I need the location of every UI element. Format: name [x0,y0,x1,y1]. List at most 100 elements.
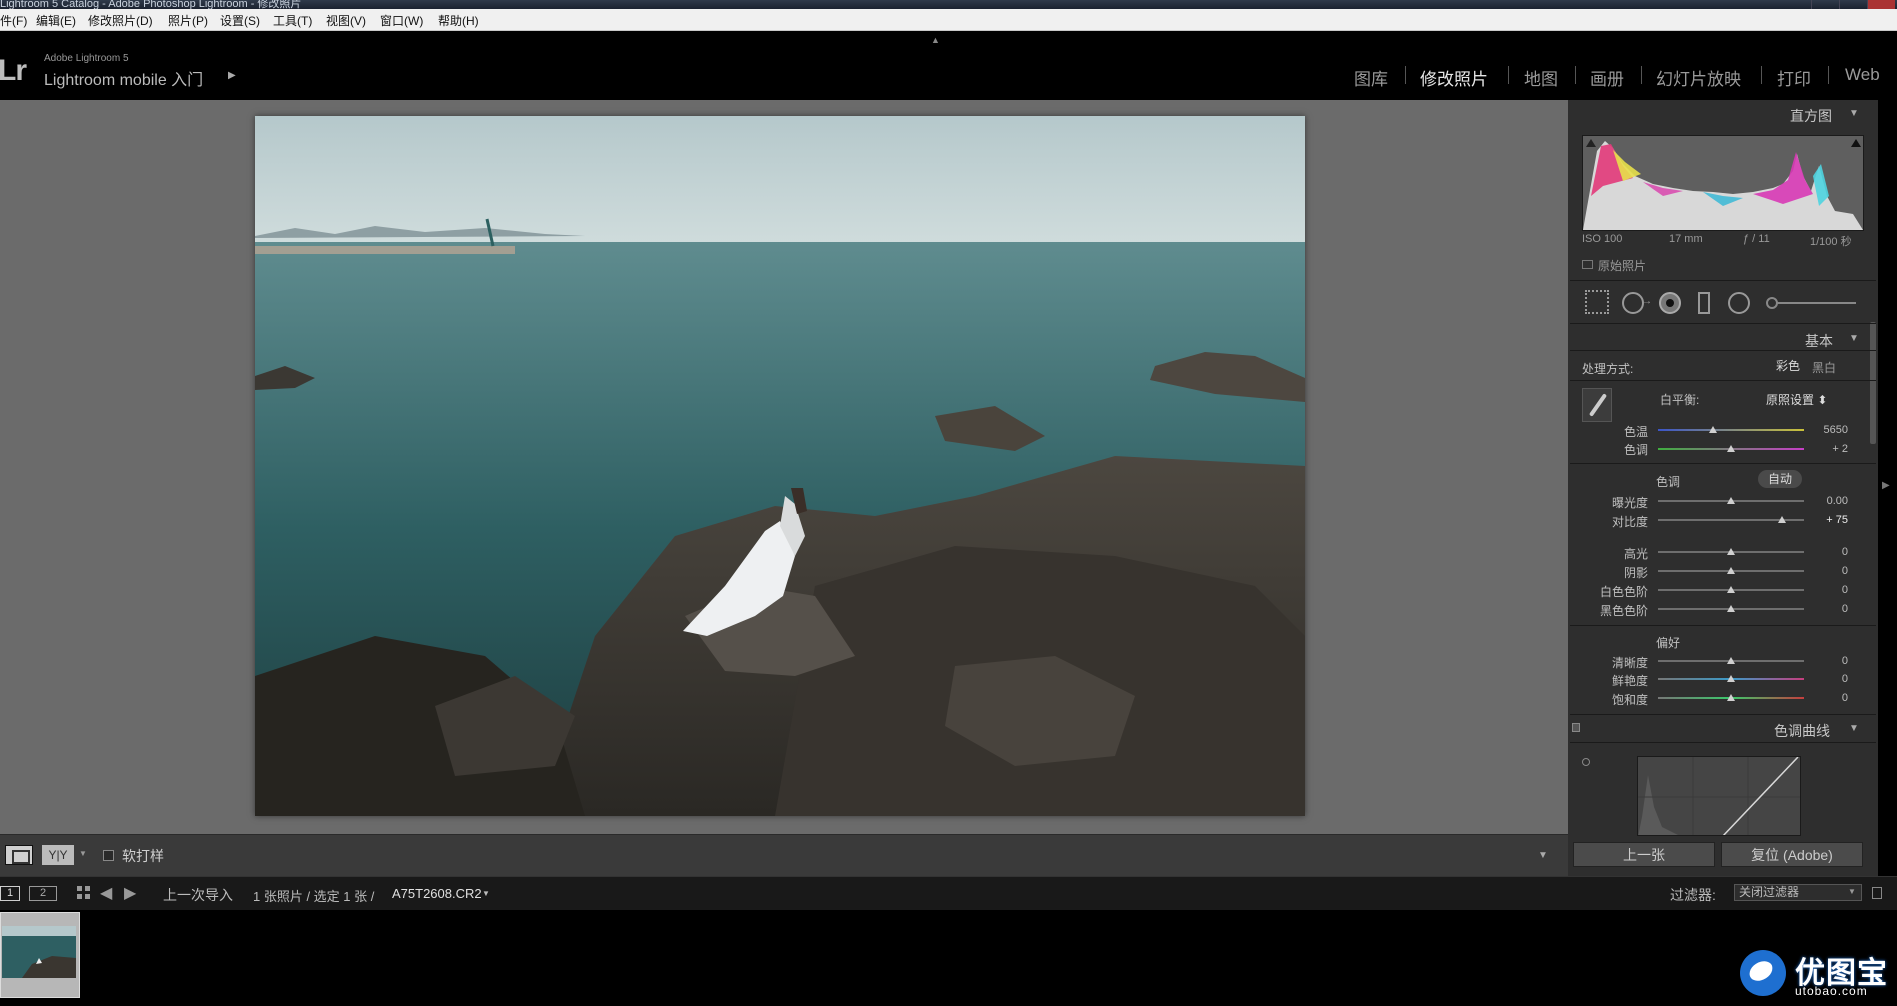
temperature-slider-thumb[interactable] [1709,426,1718,433]
original-photo-label: 原始照片 [1598,259,1647,273]
temperature-value[interactable]: 5650 [1818,424,1848,436]
window-title-bar: Lightroom 5 Catalog - Adobe Photoshop Li… [0,0,1897,9]
menu-view[interactable]: 视图(V) [326,12,366,29]
module-print[interactable]: 打印 [1777,65,1811,90]
blacks-slider-thumb[interactable] [1727,605,1735,612]
forward-arrow-icon[interactable]: ▶ [124,883,136,903]
tint-slider-thumb[interactable] [1727,445,1735,452]
treatment-bw-option[interactable]: 黑白 [1812,359,1836,376]
graduated-filter-icon[interactable] [1698,292,1710,314]
blacks-value[interactable]: 0 [1818,603,1848,615]
saturation-value[interactable]: 0 [1818,692,1848,704]
right-panel-collapse-icon[interactable]: ▶ [1882,480,1890,491]
radial-filter-icon[interactable] [1728,292,1750,314]
histogram-panel-title[interactable]: 直方图 [1790,106,1832,126]
filmstrip-source[interactable]: 上一次导入 [163,885,233,905]
highlights-slider-thumb[interactable] [1727,548,1735,555]
contrast-value[interactable]: + 75 [1818,514,1848,526]
menu-photo[interactable]: 照片(P) [168,12,208,29]
highlight-clipping-indicator[interactable] [1851,139,1861,147]
before-after-button[interactable]: Y|Y [42,845,74,865]
basic-panel-title[interactable]: 基本 [1805,331,1833,351]
saturation-slider-thumb[interactable] [1727,694,1735,701]
red-eye-icon[interactable] [1659,292,1681,314]
clarity-slider-thumb[interactable] [1727,657,1735,664]
softproof-checkbox[interactable] [103,850,114,861]
tone-curve-toggle[interactable] [1572,723,1580,732]
menu-edit[interactable]: 编辑(E) [36,12,76,29]
tone-curve-collapse-icon[interactable]: ▼ [1849,723,1859,734]
filename-dropdown-icon[interactable]: ▼ [482,889,490,898]
presence-section-label: 偏好 [1656,636,1681,650]
white-balance-label: 白平衡: [1660,393,1700,407]
clarity-value[interactable]: 0 [1818,655,1848,667]
histogram[interactable] [1582,135,1864,231]
reset-button[interactable]: 复位 (Adobe) [1721,842,1863,867]
histogram-collapse-icon[interactable]: ▼ [1849,108,1859,119]
menu-help[interactable]: 帮助(H) [438,12,479,29]
original-photo-checkbox[interactable] [1582,260,1593,269]
grid-view-icon[interactable] [77,886,91,900]
filter-dropdown-icon[interactable]: ▼ [1848,887,1856,896]
spot-removal-icon[interactable] [1622,292,1644,314]
vibrance-slider-thumb[interactable] [1727,675,1735,682]
top-panel-collapse-icon[interactable]: ▲ [931,35,940,45]
shadows-value[interactable]: 0 [1818,565,1848,577]
tone-curve-graph[interactable] [1637,756,1801,836]
secondary-window-button[interactable]: 2 [29,886,57,901]
filter-select[interactable]: 关闭过滤器 [1734,884,1862,901]
before-after-dropdown-icon[interactable]: ▼ [79,849,87,858]
maximize-button[interactable] [1839,0,1867,9]
contrast-slider-thumb[interactable] [1778,516,1787,523]
exposure-slider-thumb[interactable] [1727,497,1735,504]
module-book[interactable]: 画册 [1590,65,1624,90]
shadows-slider-thumb[interactable] [1727,567,1735,574]
tone-curve-panel-title[interactable]: 色调曲线 [1774,721,1830,741]
menu-window[interactable]: 窗口(W) [380,12,423,29]
photo-image [255,116,1305,816]
treatment-color-option[interactable]: 彩色 [1776,357,1800,374]
menu-develop[interactable]: 修改照片(D) [88,12,153,29]
basic-collapse-icon[interactable]: ▼ [1849,333,1859,344]
targeted-adjustment-icon[interactable] [1582,758,1590,766]
previous-settings-button[interactable]: 上一张 [1573,842,1715,867]
current-filename[interactable]: A75T2608.CR2 [392,886,482,901]
menu-file[interactable]: 文件(F) [0,12,27,29]
whites-slider-thumb[interactable] [1727,586,1735,593]
filter-lock-icon[interactable] [1872,887,1882,899]
minimize-button[interactable] [1811,0,1839,9]
right-panel-scrollbar[interactable] [1870,322,1876,444]
shadow-clipping-indicator[interactable] [1586,139,1596,147]
menu-tools[interactable]: 工具(T) [273,12,312,29]
temperature-slider[interactable] [1658,429,1804,431]
primary-window-button[interactable]: 1 [0,886,20,901]
module-web[interactable]: Web [1845,65,1880,85]
menu-settings[interactable]: 设置(S) [220,12,260,29]
module-map[interactable]: 地图 [1524,65,1558,90]
module-library[interactable]: 图库 [1354,65,1388,90]
exposure-value[interactable]: 0.00 [1818,495,1848,507]
tint-value[interactable]: + 2 [1818,443,1848,455]
loupe-view-button[interactable] [5,845,33,865]
adjustment-brush-icon[interactable] [1766,297,1778,309]
module-develop[interactable]: 修改照片 [1420,65,1488,90]
aperture-value: ƒ / 11 [1743,233,1770,245]
module-slideshow[interactable]: 幻灯片放映 [1656,65,1741,90]
white-balance-select[interactable]: 原照设置 ⬍ [1766,391,1827,408]
play-arrow-icon[interactable]: ▶ [228,70,236,81]
exposure-label: 曝光度 [1612,496,1649,510]
toolbar-menu-icon[interactable]: ▼ [1538,850,1548,861]
vibrance-value[interactable]: 0 [1818,673,1848,685]
auto-tone-button[interactable]: 自动 [1758,470,1802,488]
close-button[interactable] [1867,0,1895,9]
thumbnail-image[interactable] [2,926,76,978]
whites-value[interactable]: 0 [1818,584,1848,596]
highlights-label: 高光 [1624,547,1649,561]
filter-label: 过滤器: [1670,887,1716,903]
highlights-value[interactable]: 0 [1818,546,1848,558]
back-arrow-icon[interactable]: ◀ [100,883,112,903]
photo-preview[interactable] [255,116,1305,816]
lightroom-mobile-link[interactable]: Lightroom mobile 入门 [44,66,203,90]
crop-tool-icon[interactable] [1585,290,1609,314]
white-balance-eyedropper-icon[interactable] [1582,388,1612,422]
